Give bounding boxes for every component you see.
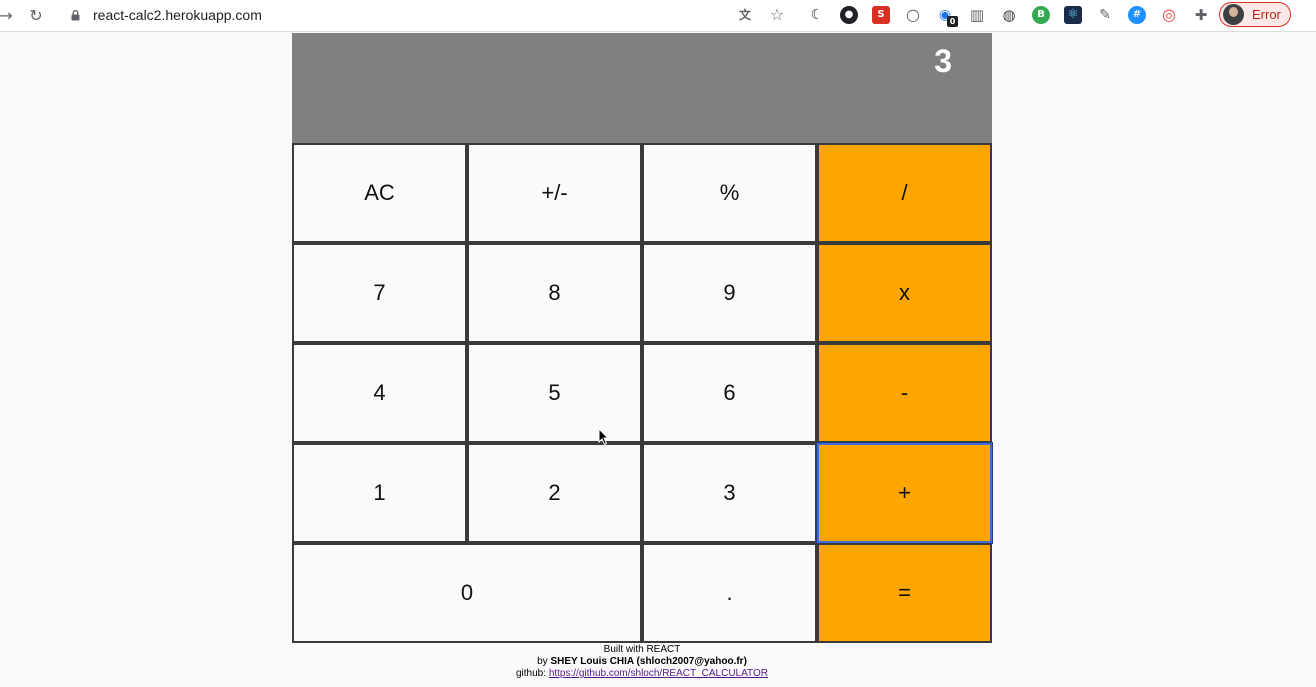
react-ext-icon[interactable]: ⚛ xyxy=(1064,6,1082,24)
translate-icon[interactable]: 文 xyxy=(736,6,754,24)
github-link[interactable]: https://github.com/shloch/REACT_CALCULAT… xyxy=(549,668,768,679)
divide-button[interactable]: / xyxy=(817,143,992,243)
hash-ext-icon[interactable]: # xyxy=(1128,6,1146,24)
sign-toggle-button[interactable]: +/- xyxy=(467,143,642,243)
digit-3-button[interactable]: 3 xyxy=(642,443,817,543)
multiply-button[interactable]: x xyxy=(817,243,992,343)
subtract-button[interactable]: - xyxy=(817,343,992,443)
reload-icon[interactable]: ↻ xyxy=(26,6,46,26)
footer: Built with REACT by SHEY Louis CHIA (shl… xyxy=(292,644,992,680)
add-button[interactable]: + xyxy=(816,442,993,544)
lightbulb-ext-icon[interactable]: ◍ xyxy=(1000,6,1018,24)
ac-button[interactable]: AC xyxy=(292,143,467,243)
decimal-button[interactable]: . xyxy=(642,543,817,643)
equals-button[interactable]: = xyxy=(817,543,992,643)
extension-badge: 0 xyxy=(947,16,958,27)
puzzle-icon[interactable]: ✚ xyxy=(1192,6,1210,24)
b-ext-icon[interactable]: B xyxy=(1032,6,1050,24)
digit-0-button[interactable]: 0 xyxy=(292,543,642,643)
circle-ext-icon[interactable]: ○ xyxy=(904,6,922,24)
display-value: 3 xyxy=(934,43,952,79)
avatar xyxy=(1223,4,1244,25)
lock-icon xyxy=(71,10,80,21)
footer-author-line: by SHEY Louis CHIA (shloch2007@yahoo.fr) xyxy=(292,656,992,668)
footer-github-line: github: https://github.com/shloch/REACT_… xyxy=(292,668,992,680)
digit-9-button[interactable]: 9 xyxy=(642,243,817,343)
browser-toolbar: → ↻ react-calc2.herokuapp.com 文 ☆ ☾ ● S … xyxy=(0,0,1316,32)
digit-4-button[interactable]: 4 xyxy=(292,343,467,443)
spy-ext-icon[interactable]: ● xyxy=(840,6,858,24)
percent-button[interactable]: % xyxy=(642,143,817,243)
s-ext-icon[interactable]: S xyxy=(872,6,890,24)
calculator-display: 3 xyxy=(292,33,992,143)
spiral-ext-icon[interactable]: ◎ xyxy=(1160,6,1178,24)
trash-ext-icon[interactable]: ▥ xyxy=(968,6,986,24)
footer-author: SHEY Louis CHIA (shloch2007@yahoo.fr) xyxy=(550,656,747,667)
forward-icon[interactable]: → xyxy=(0,6,16,26)
digit-6-button[interactable]: 6 xyxy=(642,343,817,443)
digit-1-button[interactable]: 1 xyxy=(292,443,467,543)
profile-error-button[interactable]: Error xyxy=(1219,2,1291,27)
mouse-cursor-icon xyxy=(598,428,610,446)
footer-github-prefix: github: xyxy=(516,668,549,679)
moon-ext-icon[interactable]: ☾ xyxy=(808,6,826,24)
digit-8-button[interactable]: 8 xyxy=(467,243,642,343)
calculator: 3 AC +/- % / 7 8 9 x 4 5 6 - 1 2 3 + 0 .… xyxy=(292,33,993,643)
footer-by-prefix: by xyxy=(537,656,551,667)
eyedropper-ext-icon[interactable]: ✎ xyxy=(1096,6,1114,24)
footer-built-with: Built with REACT xyxy=(603,644,681,655)
address-bar-url[interactable]: react-calc2.herokuapp.com xyxy=(93,6,262,24)
profile-status-label: Error xyxy=(1252,7,1281,22)
digit-2-button[interactable]: 2 xyxy=(467,443,642,543)
digit-7-button[interactable]: 7 xyxy=(292,243,467,343)
digit-5-button[interactable]: 5 xyxy=(467,343,642,443)
bookmark-star-icon[interactable]: ☆ xyxy=(768,6,786,24)
